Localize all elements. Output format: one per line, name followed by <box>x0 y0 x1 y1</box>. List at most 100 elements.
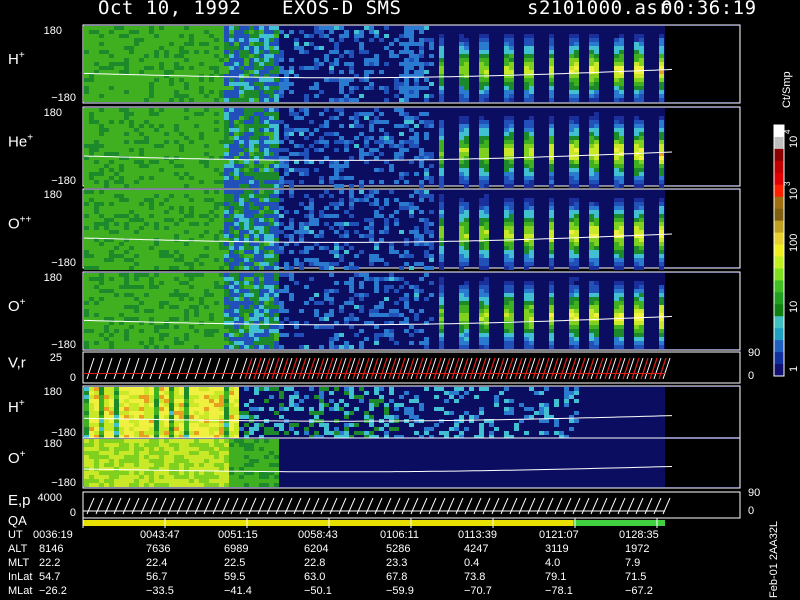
heatmap-cell <box>289 226 294 230</box>
heatmap-cell <box>464 184 469 188</box>
heatmap-cell <box>254 62 259 66</box>
heatmap-cell <box>164 78 169 82</box>
heatmap-cell <box>524 238 529 242</box>
heatmap-cell <box>409 214 414 218</box>
heatmap-cell <box>379 258 384 262</box>
heatmap-cell <box>214 140 219 144</box>
heatmap-cell <box>154 226 159 230</box>
heatmap-cell <box>639 98 644 102</box>
heatmap-cell <box>364 62 369 66</box>
heatmap-cell <box>84 50 89 54</box>
heatmap-cell <box>104 74 109 78</box>
heatmap-cell <box>369 190 374 194</box>
heatmap-cell <box>159 258 164 262</box>
heatmap-cell <box>169 190 174 194</box>
heatmap-cell <box>659 34 664 38</box>
heatmap-cell <box>479 50 484 54</box>
heatmap-cell <box>239 50 244 54</box>
heatmap-cell <box>199 281 204 285</box>
heatmap-cell <box>234 38 239 42</box>
heatmap-cell <box>209 128 214 132</box>
heatmap-cell <box>209 62 214 66</box>
heatmap-cell <box>264 262 269 266</box>
heatmap-cell <box>94 38 99 42</box>
heatmap-cell <box>109 46 114 50</box>
heatmap-cell <box>374 108 379 112</box>
heatmap-cell <box>89 66 94 70</box>
heatmap-cell <box>284 210 289 214</box>
heatmap-cell <box>134 30 139 34</box>
heatmap-cell <box>264 202 269 206</box>
heatmap-cell <box>504 34 509 38</box>
heatmap-cell <box>619 242 624 246</box>
heatmap-cell <box>439 164 444 168</box>
heatmap-cell <box>139 160 144 164</box>
heatmap-cell <box>214 50 219 54</box>
heatmap-cell <box>259 210 264 214</box>
heatmap-cell <box>194 86 199 90</box>
heatmap-cell <box>204 222 209 226</box>
heatmap-cell <box>234 136 239 140</box>
heatmap-cell <box>639 202 644 206</box>
heatmap-cell <box>224 90 229 94</box>
heatmap-cell <box>339 90 344 94</box>
heatmap-cell <box>459 140 464 144</box>
heatmap-cell <box>134 305 139 309</box>
heatmap-cell <box>349 62 354 66</box>
heatmap-cell <box>304 285 309 289</box>
heatmap-cell <box>84 160 89 164</box>
heatmap-cell <box>164 309 169 313</box>
heatmap-cell <box>339 176 344 180</box>
heatmap-cell <box>339 124 344 128</box>
heatmap-cell <box>339 112 344 116</box>
heatmap-cell <box>154 190 159 194</box>
heatmap-cell <box>129 190 134 194</box>
heatmap-cell <box>419 194 424 198</box>
heatmap-cell <box>114 120 119 124</box>
heatmap-cell <box>129 345 134 349</box>
heatmap-cell <box>634 140 639 144</box>
heatmap-cell <box>129 242 134 246</box>
heatmap-cell <box>404 140 409 144</box>
heatmap-cell <box>249 176 254 180</box>
heatmap-cell <box>179 198 184 202</box>
heatmap-cell <box>214 285 219 289</box>
heatmap-cell <box>179 34 184 38</box>
heatmap-cell <box>459 116 464 120</box>
heatmap-cell <box>594 74 599 78</box>
heatmap-cell <box>184 293 189 297</box>
heatmap-cell <box>274 172 279 176</box>
heatmap-cell <box>354 222 359 226</box>
heatmap-cell <box>379 38 384 42</box>
heatmap-cell <box>234 337 239 341</box>
heatmap-cell <box>389 42 394 46</box>
heatmap-cell <box>189 70 194 74</box>
heatmap-cell <box>144 234 149 238</box>
heatmap-cell <box>119 297 124 301</box>
heatmap-cell <box>139 176 144 180</box>
heatmap-cell <box>639 262 644 266</box>
heatmap-cell <box>114 116 119 120</box>
heatmap-cell <box>264 285 269 289</box>
heatmap-cell <box>164 172 169 176</box>
heatmap-cell <box>84 180 89 184</box>
heatmap-cell <box>94 152 99 156</box>
heatmap-cell <box>94 30 99 34</box>
heatmap-cell <box>639 34 644 38</box>
heatmap-cell <box>89 148 94 152</box>
heatmap-cell <box>569 90 574 94</box>
heatmap-cell <box>154 321 159 325</box>
heatmap-cell <box>199 254 204 258</box>
heatmap-cell <box>204 246 209 250</box>
heatmap-cell <box>84 301 89 305</box>
heatmap-cell <box>379 238 384 242</box>
heatmap-cell <box>214 250 219 254</box>
heatmap-cell <box>294 333 299 337</box>
heatmap-cell <box>459 266 464 270</box>
heatmap-cell <box>104 78 109 82</box>
heatmap-cell <box>199 180 204 184</box>
heatmap-cell <box>419 262 424 266</box>
heatmap-cell <box>339 140 344 144</box>
heatmap-cell <box>159 168 164 172</box>
heatmap-cell <box>304 168 309 172</box>
